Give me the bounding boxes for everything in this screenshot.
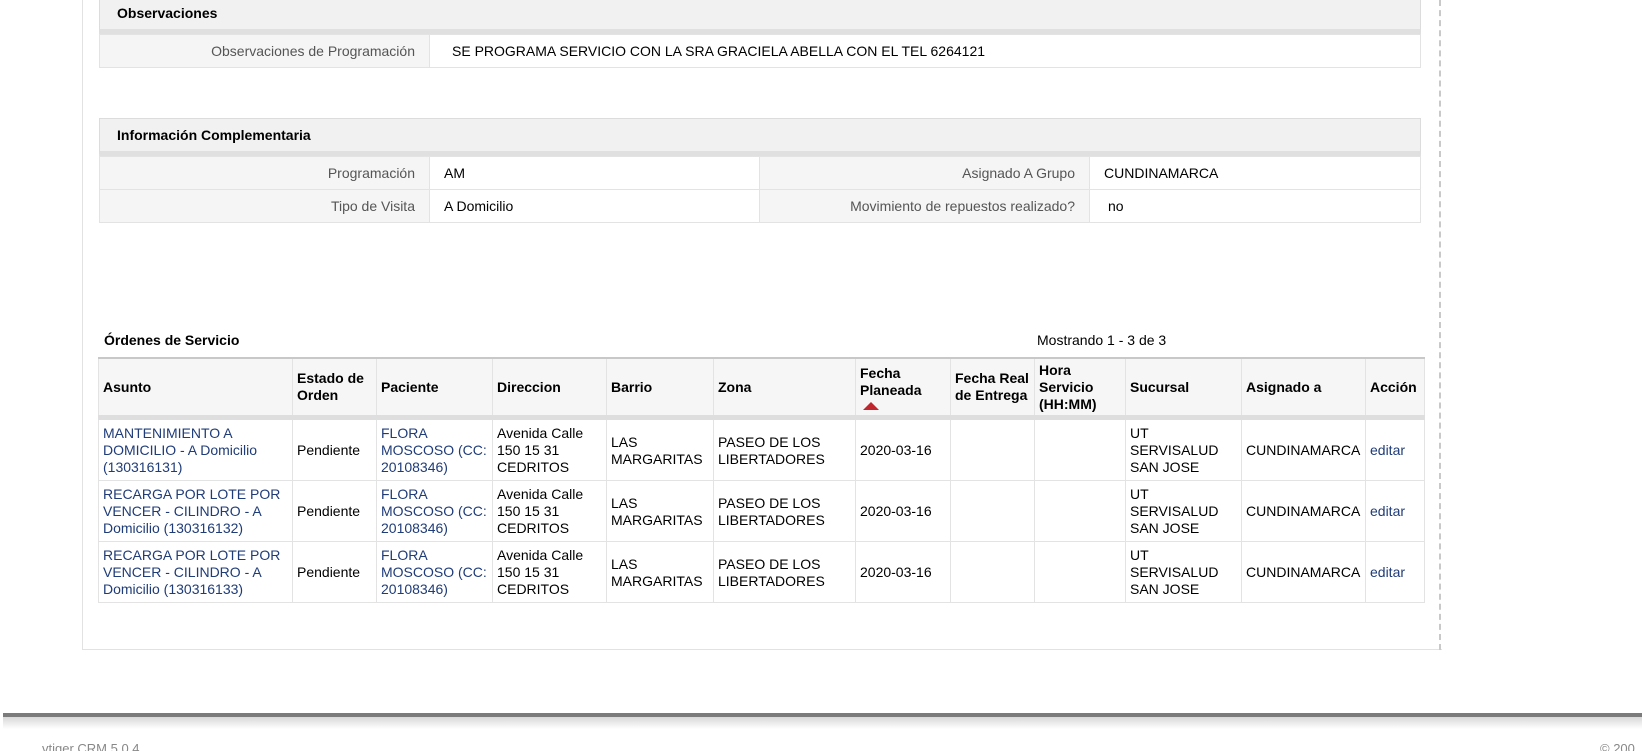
direccion-cell: Avenida Calle 150 15 31 CEDRITOS xyxy=(492,480,607,542)
observaciones-header: Observaciones xyxy=(99,0,1421,34)
observaciones-row: Observaciones de Programación SE PROGRAM… xyxy=(99,34,1421,68)
col-asignado[interactable]: Asignado a xyxy=(1241,357,1366,420)
direccion-cell: Avenida Calle 150 15 31 CEDRITOS xyxy=(492,417,607,481)
col-barrio[interactable]: Barrio xyxy=(606,357,714,420)
asunto-link[interactable]: MANTENIMIENTO A DOMICILIO - A Domicilio … xyxy=(98,417,293,481)
grupo-value: CUNDINAMARCA xyxy=(1089,156,1421,190)
estado-cell: Pendiente xyxy=(292,541,377,603)
programacion-label: Programación xyxy=(99,156,430,190)
barrio-cell: LAS MARGARITAS xyxy=(606,480,714,542)
hora-cell xyxy=(1034,541,1126,603)
edit-link[interactable]: editar xyxy=(1365,541,1425,603)
estado-cell: Pendiente xyxy=(292,417,377,481)
fecha-real-cell xyxy=(950,480,1035,542)
col-sucursal[interactable]: Sucursal xyxy=(1125,357,1242,420)
footer-copyright: © 200 xyxy=(1600,741,1635,751)
fecha-real-cell xyxy=(950,541,1035,603)
col-paciente[interactable]: Paciente xyxy=(376,357,493,420)
info-table: Programación AM Asignado A Grupo CUNDINA… xyxy=(99,156,1421,223)
estado-cell: Pendiente xyxy=(292,480,377,542)
asunto-link[interactable]: RECARGA POR LOTE POR VENCER - CILINDRO -… xyxy=(98,480,293,542)
table-row: RECARGA POR LOTE POR VENCER - CILINDRO -… xyxy=(98,541,1425,603)
info-header: Información Complementaria xyxy=(99,118,1421,156)
direccion-cell: Avenida Calle 150 15 31 CEDRITOS xyxy=(492,541,607,603)
observaciones-value: SE PROGRAMA SERVICIO CON LA SRA GRACIELA… xyxy=(429,34,1421,68)
orders-header-row: Asunto Estado de Orden Paciente Direccio… xyxy=(98,357,1425,420)
column-divider xyxy=(1439,0,1441,650)
table-row: MANTENIMIENTO A DOMICILIO - A Domicilio … xyxy=(98,417,1425,481)
col-accion: Acción xyxy=(1365,357,1425,420)
asignado-cell: CUNDINAMARCA xyxy=(1241,480,1366,542)
orders-title: Órdenes de Servicio xyxy=(104,332,240,348)
fecha-planeada-cell: 2020-03-16 xyxy=(855,417,951,481)
asignado-cell: CUNDINAMARCA xyxy=(1241,417,1366,481)
orders-table: Asunto Estado de Orden Paciente Direccio… xyxy=(98,357,1425,603)
hora-cell xyxy=(1034,417,1126,481)
col-fecha-planeada-label: Fecha Planeada xyxy=(860,364,922,398)
observaciones-label: Observaciones de Programación xyxy=(99,34,430,68)
hora-cell xyxy=(1034,480,1126,542)
footer-shadow xyxy=(3,717,1642,729)
fecha-planeada-cell: 2020-03-16 xyxy=(855,541,951,603)
sucursal-cell: UT SERVISALUD SAN JOSE xyxy=(1125,480,1242,542)
edit-link[interactable]: editar xyxy=(1365,480,1425,542)
observaciones-section: Observaciones Observaciones de Programac… xyxy=(99,0,1421,68)
repuestos-label: Movimiento de repuestos realizado? xyxy=(759,189,1090,223)
info-row-1: Programación AM Asignado A Grupo CUNDINA… xyxy=(99,156,1421,190)
programacion-value: AM xyxy=(429,156,760,190)
fecha-planeada-cell: 2020-03-16 xyxy=(855,480,951,542)
info-row-2: Tipo de Visita A Domicilio Movimiento de… xyxy=(99,189,1421,223)
col-direccion[interactable]: Direccion xyxy=(492,357,607,420)
col-fecha-planeada[interactable]: Fecha Planeada xyxy=(855,357,951,420)
visita-label: Tipo de Visita xyxy=(99,189,430,223)
paciente-link[interactable]: FLORA MOSCOSO (CC: 20108346) xyxy=(376,480,493,542)
sort-ascending-icon[interactable] xyxy=(863,401,879,410)
col-estado[interactable]: Estado de Orden xyxy=(292,357,377,420)
observaciones-table: Observaciones de Programación SE PROGRAM… xyxy=(99,34,1421,68)
fecha-real-cell xyxy=(950,417,1035,481)
barrio-cell: LAS MARGARITAS xyxy=(606,541,714,603)
asunto-link[interactable]: RECARGA POR LOTE POR VENCER - CILINDRO -… xyxy=(98,541,293,603)
col-hora[interactable]: Hora Servicio (HH:MM) xyxy=(1034,357,1126,420)
orders-count: Mostrando 1 - 3 de 3 xyxy=(1037,332,1167,348)
col-asunto[interactable]: Asunto xyxy=(98,357,293,420)
footer-version: vtiger CRM 5.0.4 xyxy=(42,741,140,751)
table-row: RECARGA POR LOTE POR VENCER - CILINDRO -… xyxy=(98,480,1425,542)
zona-cell: PASEO DE LOS LIBERTADORES xyxy=(713,480,856,542)
edit-link[interactable]: editar xyxy=(1365,417,1425,481)
repuestos-value: no xyxy=(1089,189,1421,223)
col-fecha-real[interactable]: Fecha Real de Entrega xyxy=(950,357,1035,420)
visita-value: A Domicilio xyxy=(429,189,760,223)
sucursal-cell: UT SERVISALUD SAN JOSE xyxy=(1125,417,1242,481)
zona-cell: PASEO DE LOS LIBERTADORES xyxy=(713,541,856,603)
barrio-cell: LAS MARGARITAS xyxy=(606,417,714,481)
sucursal-cell: UT SERVISALUD SAN JOSE xyxy=(1125,541,1242,603)
asignado-cell: CUNDINAMARCA xyxy=(1241,541,1366,603)
zona-cell: PASEO DE LOS LIBERTADORES xyxy=(713,417,856,481)
grupo-label: Asignado A Grupo xyxy=(759,156,1090,190)
page: Observaciones Observaciones de Programac… xyxy=(0,0,1642,751)
info-section: Información Complementaria Programación … xyxy=(99,118,1421,223)
paciente-link[interactable]: FLORA MOSCOSO (CC: 20108346) xyxy=(376,417,493,481)
paciente-link[interactable]: FLORA MOSCOSO (CC: 20108346) xyxy=(376,541,493,603)
col-zona[interactable]: Zona xyxy=(713,357,856,420)
